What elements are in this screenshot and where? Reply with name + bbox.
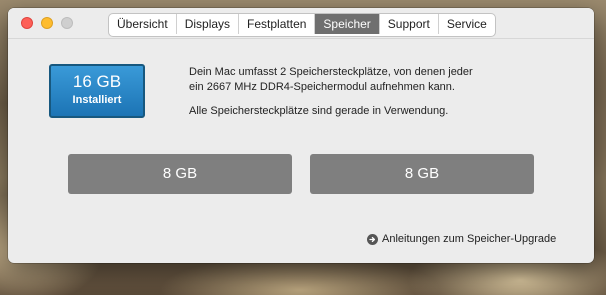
titlebar: Übersicht Displays Festplatten Speicher … (8, 8, 594, 39)
arrow-circle-right-icon (367, 233, 378, 245)
close-window-icon[interactable] (21, 17, 33, 29)
tab-displays[interactable]: Displays (177, 14, 240, 34)
maximize-window-icon[interactable] (61, 17, 73, 29)
memory-slot-1: 8 GB (68, 154, 292, 194)
memory-upgrade-link-label[interactable]: Anleitungen zum Speicher-Upgrade (382, 233, 556, 245)
description-line-2: ein 2667 MHz DDR4-Speichermodul aufnehme… (189, 81, 455, 93)
description-line-1: Dein Mac umfasst 2 Speichersteckplätze, … (189, 66, 473, 78)
memory-total-size: 16 GB (72, 72, 122, 91)
memory-upgrade-link[interactable]: Anleitungen zum Speicher-Upgrade (367, 232, 556, 246)
tab-storage[interactable]: Festplatten (239, 14, 316, 34)
tab-service[interactable]: Service (439, 14, 495, 34)
tab-support[interactable]: Support (380, 14, 439, 34)
tab-bar: Übersicht Displays Festplatten Speicher … (108, 13, 496, 37)
memory-description: Dein Mac umfasst 2 Speichersteckplätze, … (189, 65, 549, 119)
about-this-mac-window: Übersicht Displays Festplatten Speicher … (8, 8, 594, 263)
tab-memory[interactable]: Speicher (315, 14, 380, 34)
tab-overview[interactable]: Übersicht (109, 14, 177, 34)
minimize-window-icon[interactable] (41, 17, 53, 29)
memory-total-badge: 16 GB Installiert (49, 64, 145, 118)
memory-slot-2: 8 GB (310, 154, 534, 194)
memory-status-label: Installiert (72, 94, 122, 106)
description-line-3: Alle Speichersteckplätze sind gerade in … (189, 105, 449, 117)
